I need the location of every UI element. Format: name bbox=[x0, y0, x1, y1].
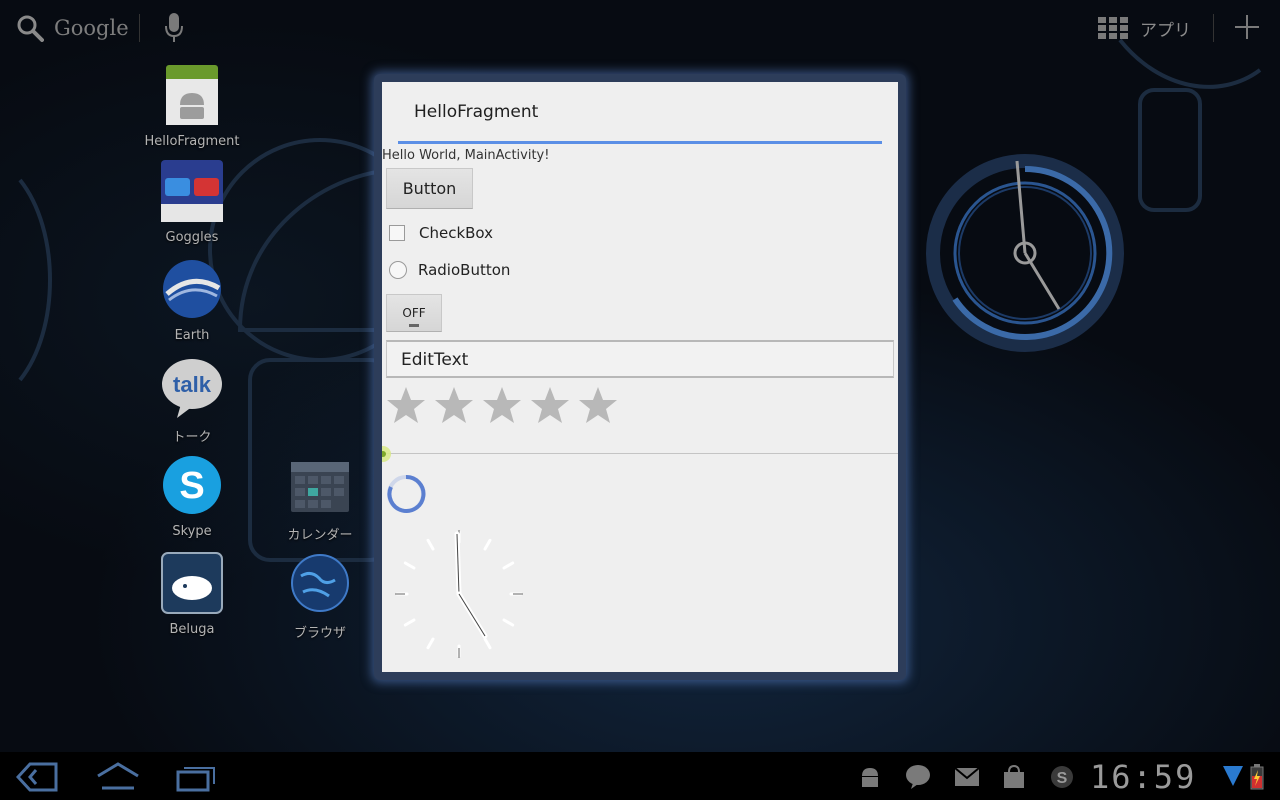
add-widget-button[interactable] bbox=[1234, 14, 1260, 44]
toggle-label: OFF bbox=[402, 306, 426, 320]
star-icon[interactable] bbox=[482, 385, 530, 427]
analog-clock bbox=[395, 530, 523, 658]
shortcut-browser[interactable]: ブラウザ bbox=[265, 552, 375, 641]
shortcut-label: Beluga bbox=[169, 622, 215, 637]
apps-grid-icon bbox=[1098, 17, 1128, 39]
rating-bar[interactable] bbox=[386, 385, 626, 427]
battery-icon[interactable] bbox=[1250, 764, 1264, 790]
search-icon bbox=[17, 15, 44, 42]
talk-notification-icon[interactable] bbox=[905, 764, 931, 790]
goggles-icon bbox=[161, 160, 223, 222]
star-icon[interactable] bbox=[530, 385, 578, 427]
star-icon[interactable] bbox=[386, 385, 434, 427]
android-debug-icon[interactable] bbox=[858, 764, 882, 790]
talk-icon: talk bbox=[161, 356, 223, 418]
back-icon[interactable] bbox=[16, 762, 58, 792]
apps-label: アプリ bbox=[1140, 20, 1191, 41]
shortcut-goggles[interactable]: Goggles bbox=[137, 160, 247, 245]
toggle-button[interactable]: OFF bbox=[386, 294, 442, 332]
beluga-icon bbox=[161, 552, 223, 614]
plus-icon bbox=[1235, 15, 1259, 39]
wifi-icon[interactable] bbox=[1222, 764, 1244, 788]
skype-icon: S bbox=[161, 454, 223, 516]
checkbox-label: CheckBox bbox=[419, 224, 494, 242]
voice-search-button[interactable] bbox=[164, 12, 184, 48]
skype-notification-icon[interactable]: S bbox=[1050, 764, 1074, 790]
shortcut-beluga[interactable]: Beluga bbox=[137, 552, 247, 637]
edit-text-field[interactable]: EditText bbox=[386, 340, 894, 378]
shortcut-label: ブラウザ bbox=[293, 626, 346, 641]
clock-tick bbox=[403, 561, 416, 570]
earth-icon bbox=[161, 258, 223, 320]
clock-tick bbox=[403, 618, 416, 627]
seekbar-track[interactable] bbox=[382, 453, 898, 454]
system-clock[interactable]: 16:59 bbox=[1090, 758, 1196, 796]
android-app-icon bbox=[161, 64, 223, 126]
google-search-bar[interactable]: Google bbox=[16, 10, 129, 46]
shortcut-earth[interactable]: Earth bbox=[137, 258, 247, 343]
apps-button[interactable]: アプリ bbox=[1098, 10, 1191, 46]
top-divider-right bbox=[1213, 14, 1214, 42]
gmail-icon[interactable] bbox=[954, 764, 980, 788]
svg-text:S: S bbox=[179, 465, 204, 507]
clock-tick bbox=[426, 538, 435, 551]
hello-text: Hello World, MainActivity! bbox=[382, 148, 550, 163]
toggle-indicator bbox=[409, 324, 419, 327]
shortcut-skype[interactable]: S Skype bbox=[137, 454, 247, 539]
shortcut-label: Earth bbox=[174, 328, 210, 343]
shortcut-hellofragment[interactable]: HelloFragment bbox=[137, 64, 247, 149]
sample-checkbox[interactable]: CheckBox bbox=[389, 224, 493, 242]
recent-apps-icon[interactable] bbox=[176, 762, 218, 792]
shortcut-talk[interactable]: talk トーク bbox=[137, 356, 247, 445]
mic-icon bbox=[165, 13, 183, 42]
sample-radio-button[interactable]: RadioButton bbox=[389, 261, 510, 279]
clock-tick bbox=[483, 538, 492, 551]
shortcut-calendar[interactable]: カレンダー bbox=[265, 454, 375, 543]
dialog-title-divider bbox=[398, 141, 882, 144]
shortcut-label: カレンダー bbox=[287, 528, 353, 543]
svg-text:talk: talk bbox=[173, 372, 212, 397]
star-icon[interactable] bbox=[578, 385, 626, 427]
top-divider bbox=[139, 14, 140, 42]
calendar-icon bbox=[289, 454, 351, 516]
radio-label: RadioButton bbox=[418, 261, 511, 279]
star-icon[interactable] bbox=[434, 385, 482, 427]
progress-spinner bbox=[387, 474, 426, 513]
analog-clock-widget[interactable] bbox=[925, 153, 1125, 353]
system-bar: S 16:59 bbox=[0, 752, 1280, 800]
search-label: Google bbox=[54, 16, 129, 40]
home-icon[interactable] bbox=[96, 762, 140, 792]
svg-text:S: S bbox=[1057, 770, 1068, 787]
sample-button[interactable]: Button bbox=[386, 168, 473, 209]
radio-circle[interactable] bbox=[389, 261, 407, 279]
seekbar-thumb[interactable] bbox=[382, 445, 392, 463]
checkbox-box[interactable] bbox=[389, 225, 405, 241]
shortcut-label: トーク bbox=[172, 430, 212, 445]
clock-tick bbox=[483, 637, 492, 650]
dialog-title: HelloFragment bbox=[414, 102, 539, 122]
shortcut-label: HelloFragment bbox=[144, 134, 240, 149]
market-icon[interactable] bbox=[1002, 764, 1026, 790]
browser-globe-icon bbox=[289, 552, 351, 614]
hello-fragment-dialog: HelloFragment Hello World, MainActivity!… bbox=[382, 82, 898, 672]
shortcut-label: Goggles bbox=[165, 230, 219, 245]
shortcut-label: Skype bbox=[172, 524, 212, 539]
clock-tick bbox=[502, 618, 515, 627]
clock-tick bbox=[502, 561, 515, 570]
clock-tick bbox=[426, 637, 435, 650]
